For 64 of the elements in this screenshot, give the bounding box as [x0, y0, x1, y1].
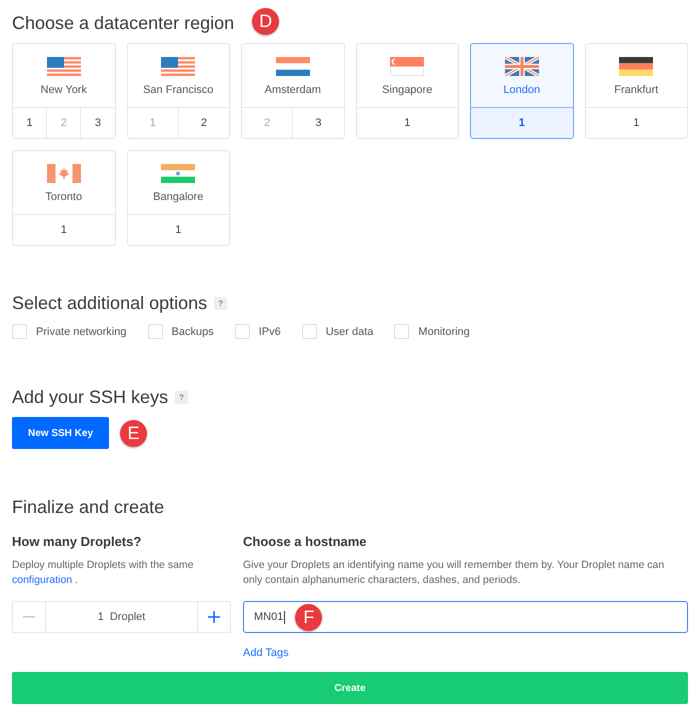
datacenter-option[interactable]: 1 — [128, 215, 229, 245]
section-heading: Finalize and create — [12, 496, 164, 518]
canada-flag-icon — [46, 164, 81, 183]
region-card[interactable]: Frankfurt 1 — [584, 43, 688, 139]
configuration-link[interactable]: configuration — [12, 574, 72, 586]
germany-flag-icon — [619, 57, 654, 76]
checkbox[interactable] — [302, 324, 317, 339]
region-name: Frankfurt — [614, 83, 658, 97]
datacenter-option[interactable]: 1 — [13, 215, 114, 245]
annotation-marker: F — [295, 604, 322, 630]
annotation-marker: E — [120, 420, 147, 446]
section-heading: Add your SSH keys — [12, 386, 168, 408]
datacenter-option[interactable]: 1 — [356, 108, 458, 138]
hostname-description: Give your Droplets an identifying name you will remember them by. Your Droplet name can only contain alphanumeric characters, dashes, and periods. — [243, 558, 666, 588]
region-card[interactable]: London 1 — [470, 43, 574, 139]
region-card[interactable]: New York 1 2 3 — [12, 43, 116, 139]
checkbox[interactable] — [12, 324, 27, 339]
plus-icon — [208, 611, 220, 623]
new-ssh-key-button[interactable]: New SSH Key — [12, 417, 109, 449]
region-name: Toronto — [45, 190, 82, 204]
datacenter-option[interactable]: 1 — [471, 108, 572, 138]
increment-button[interactable] — [197, 601, 231, 633]
droplet-count-field[interactable]: 1 Droplet — [46, 601, 197, 633]
uk-flag-icon — [504, 57, 539, 76]
datacenter-option[interactable]: 2 — [178, 108, 229, 138]
region-card[interactable]: San Francisco 1 2 — [126, 43, 230, 139]
option-label: Monitoring — [418, 326, 470, 338]
region-name: San Francisco — [143, 83, 214, 97]
minus-icon — [23, 616, 35, 618]
hostname-field[interactable]: MN01 F — [243, 601, 688, 633]
droplets-description: Deploy multiple Droplets with the same configuration . — [12, 558, 194, 588]
decrement-button[interactable] — [12, 601, 46, 633]
section-heading: Choose a datacenter region — [12, 12, 234, 34]
option-label: IPv6 — [258, 326, 281, 338]
text-cursor-icon — [284, 610, 286, 624]
checkbox[interactable] — [148, 324, 162, 339]
region-name: Singapore — [382, 83, 432, 97]
annotation-marker: D — [252, 8, 280, 34]
checkbox[interactable] — [234, 324, 250, 339]
region-card[interactable]: Amsterdam 2 3 — [241, 43, 344, 139]
region-card[interactable]: Bangalore 1 — [126, 150, 230, 246]
region-name: London — [503, 83, 540, 97]
datacenter-option[interactable]: 1 — [13, 108, 46, 138]
option-label: User data — [326, 326, 374, 338]
option-label: Backups — [172, 326, 214, 338]
netherlands-flag-icon — [276, 57, 310, 76]
datacenter-option[interactable]: 3 — [80, 108, 114, 138]
section-heading: Select additional options — [12, 292, 208, 314]
region-card[interactable]: Toronto 1 — [12, 150, 116, 246]
add-tags-link[interactable]: Add Tags — [243, 646, 289, 660]
datacenter-option[interactable]: 1 — [586, 108, 687, 138]
usa-flag-icon — [161, 57, 196, 76]
subsection-heading: How many Droplets? — [12, 534, 142, 550]
usa-flag-icon — [46, 57, 81, 76]
option-label: Private networking — [36, 326, 126, 338]
region-name: New York — [40, 83, 87, 97]
singapore-flag-icon — [390, 57, 424, 76]
checkbox[interactable] — [394, 324, 410, 339]
subsection-heading: Choose a hostname — [243, 534, 367, 550]
region-card[interactable]: Singapore 1 — [356, 43, 459, 139]
datacenter-option[interactable]: 3 — [292, 108, 344, 138]
india-flag-icon — [161, 164, 196, 183]
region-name: Bangalore — [153, 190, 204, 204]
region-name: Amsterdam — [264, 83, 321, 97]
